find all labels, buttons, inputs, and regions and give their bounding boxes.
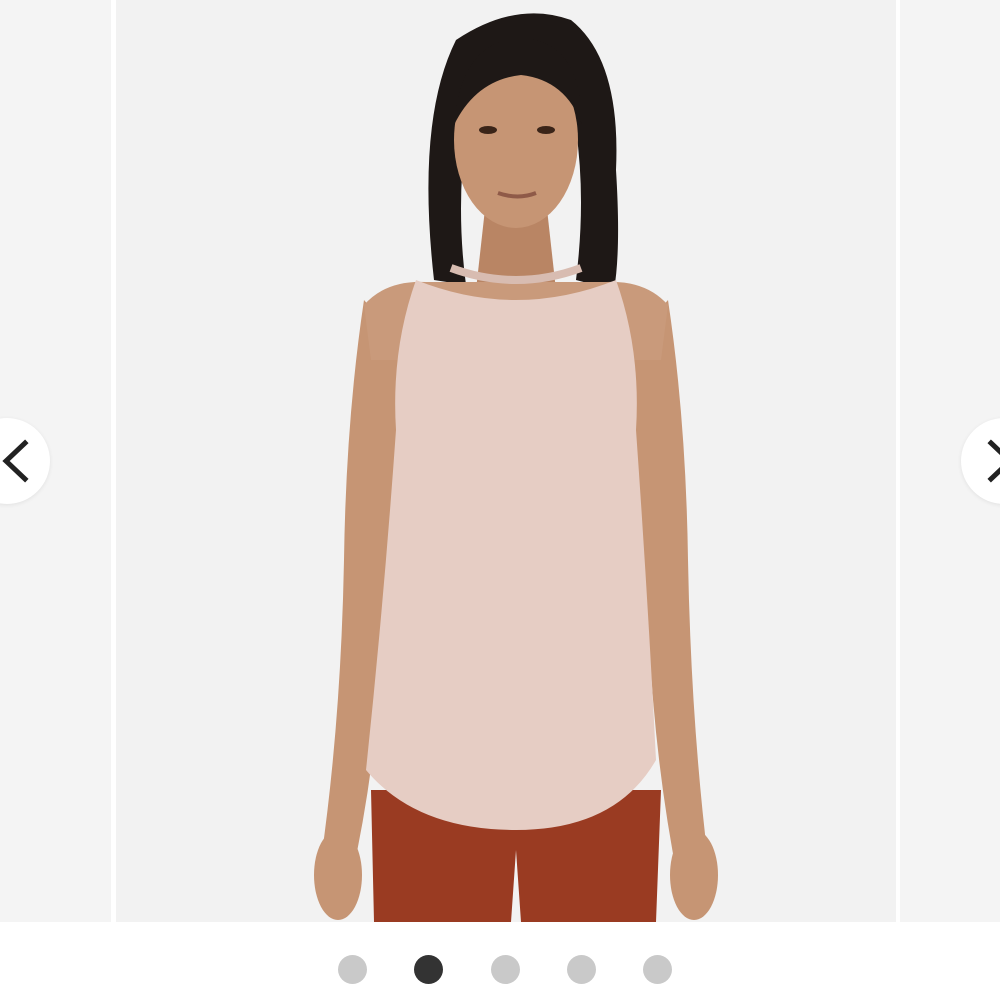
pagination-dot-4[interactable] <box>567 955 596 984</box>
chevron-right-icon <box>987 439 1000 483</box>
pagination-dot-3[interactable] <box>491 955 520 984</box>
product-image-carousel <box>0 0 1000 1000</box>
pagination-dot-5[interactable] <box>643 955 672 984</box>
pagination-dot-1[interactable] <box>338 955 367 984</box>
chevron-left-icon <box>2 439 29 483</box>
current-slide-product-photo[interactable] <box>116 0 896 922</box>
carousel-track <box>0 0 1000 922</box>
model-wearing-tank-top-image <box>116 0 896 922</box>
pagination-dot-2-active[interactable] <box>414 955 443 984</box>
